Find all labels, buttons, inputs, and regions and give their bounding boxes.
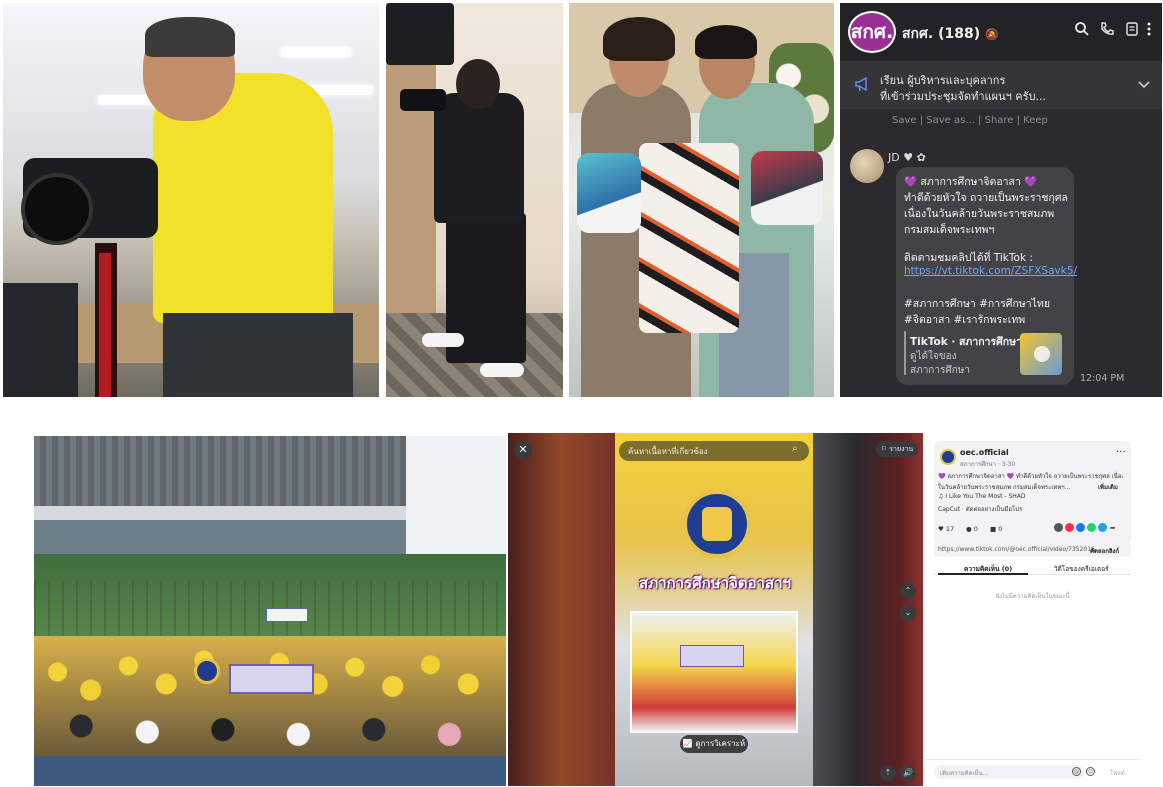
like-count[interactable]: ♥ 17 bbox=[938, 525, 954, 533]
message-line: ติดตามชมคลิปได้ที่ TikTok : bbox=[904, 252, 1033, 264]
group-avatar[interactable]: สกศ. bbox=[848, 11, 896, 53]
chat-window: สกศ. สกศ. (188) 🔕 เรียน ผู้บริหารและบุคล… bbox=[840, 3, 1162, 397]
report-button[interactable]: ⚐ รายงาน bbox=[876, 441, 918, 457]
mute-icon: 🔕 bbox=[985, 28, 999, 41]
camera bbox=[400, 89, 446, 111]
sender-name[interactable]: JD ♥ ✿ bbox=[888, 151, 926, 164]
play-icon bbox=[1034, 346, 1050, 362]
post-description: 💜 สภาการศึกษาจิตอาสา 💜 ทำดีด้วยหัวใจ ถวา… bbox=[938, 473, 1123, 480]
account-name[interactable]: oec.official bbox=[960, 448, 1009, 457]
comment-count[interactable]: ● 0 bbox=[966, 525, 978, 533]
sender-avatar[interactable] bbox=[850, 149, 884, 183]
close-icon[interactable]: ✕ bbox=[514, 441, 532, 459]
post-comment-button[interactable]: โพสต์ bbox=[1110, 768, 1125, 778]
copy-link-button[interactable]: คัดลอกลิงก์ bbox=[1090, 546, 1119, 556]
message-line: 💜 สภาการศึกษาจิตอาสา 💜 bbox=[904, 176, 1038, 188]
search-icon[interactable] bbox=[1072, 21, 1092, 41]
emblem-center bbox=[702, 507, 732, 541]
twitter-share-icon[interactable] bbox=[1098, 523, 1107, 532]
group-title[interactable]: สกศ. (188) 🔕 bbox=[902, 23, 999, 45]
link-preview-subtitle: ดูได้ใจของ bbox=[910, 351, 957, 362]
comment-placeholder: เพิ่มความคิดเห็น... bbox=[940, 770, 989, 777]
music-line[interactable]: ♫ I Like You The Most - SHAD bbox=[938, 493, 1026, 500]
crowd bbox=[34, 636, 506, 756]
head bbox=[456, 59, 500, 109]
volume-icon[interactable]: 🔊 bbox=[900, 765, 916, 781]
phone-icon[interactable] bbox=[1097, 21, 1117, 41]
chevron-down-icon[interactable] bbox=[1138, 78, 1150, 92]
blue-sneakers bbox=[577, 153, 641, 233]
tab-creator-videos[interactable]: วิดีโอของครีเอเตอร์ bbox=[1054, 564, 1109, 574]
tiktok-share-icon[interactable] bbox=[1065, 523, 1074, 532]
hashtags-line: #จิตอาสา #เรารักพระเทพ bbox=[904, 314, 1026, 326]
woman-right-hair bbox=[695, 25, 757, 59]
more-icon[interactable]: ··· bbox=[1116, 447, 1126, 458]
post-link: https://www.tiktok.com/@oec.official/vid… bbox=[938, 546, 1101, 553]
pinned-line-2: ที่เข้าร่วมประชุมจัดทำแผนฯ ครับ... bbox=[880, 90, 1047, 103]
hashtags-line: #สภาการศึกษา #การศึกษาไทย bbox=[904, 298, 1050, 310]
notes-icon[interactable] bbox=[1122, 21, 1142, 41]
white-shoe bbox=[422, 333, 464, 347]
message-line: ทำดีด้วยหัวใจ ถวายเป็นพระราชกุศล bbox=[904, 192, 1068, 204]
active-tab-indicator bbox=[938, 573, 1028, 575]
post-description: ในวันคล้ายวันพระราชสมภพ กรมสมเด็จพระเทพฯ… bbox=[938, 484, 1071, 491]
post-details-panel: oec.official สภาการศึกษา · 3-30 ··· 💜 สภ… bbox=[923, 433, 1140, 786]
group-name: สกศ. (188) bbox=[902, 26, 981, 42]
small-banner bbox=[266, 608, 308, 622]
mention-icon[interactable]: @ bbox=[1072, 767, 1081, 776]
capcut-line[interactable]: CapCut · ตัดต่ออย่างเป็นมือโปร bbox=[938, 504, 1022, 514]
emoji-icon[interactable]: ☺ bbox=[1086, 767, 1095, 776]
chair bbox=[3, 283, 78, 397]
woman-left-hair bbox=[603, 17, 675, 61]
more-icon[interactable] bbox=[1142, 21, 1156, 41]
hair bbox=[145, 17, 235, 57]
wall-speaker bbox=[386, 3, 454, 65]
post-meta: สภาการศึกษา · 3-30 bbox=[960, 461, 1016, 468]
related-search-placeholder: ค้นหาเนื้อหาที่เกี่ยวข้อง bbox=[628, 447, 708, 456]
event-banner bbox=[229, 664, 314, 694]
video-viewer: ✕ ค้นหาเนื้อหาที่เกี่ยวข้อง ⌕ ⚐ รายงาน ส… bbox=[508, 433, 923, 786]
photo-woman-with-camera bbox=[386, 3, 563, 397]
red-sneakers bbox=[751, 151, 823, 225]
empty-comments-text: ยังไม่มีความคิดเห็นในขณะนี้ bbox=[995, 593, 1070, 600]
ceiling-light bbox=[281, 47, 351, 57]
chevron-up-icon[interactable]: ⌃ bbox=[900, 583, 916, 599]
facebook-share-icon[interactable] bbox=[1076, 523, 1085, 532]
patterned-shirt bbox=[639, 143, 739, 333]
analytics-button[interactable]: 📈 ดูการวิเคราะห์ bbox=[680, 735, 748, 753]
link-preview-bar bbox=[904, 331, 906, 375]
float-player-icon[interactable]: ⇡ bbox=[880, 765, 896, 781]
photo-man-with-camera bbox=[3, 3, 379, 397]
chevron-down-icon[interactable]: ⌄ bbox=[900, 605, 916, 621]
message-time: 12:04 PM bbox=[1080, 373, 1125, 384]
link-preview-title[interactable]: TikTok · สภาการศึกษา bbox=[910, 333, 1022, 350]
video-caption: สภาการศึกษาจิตอาสาฯ bbox=[639, 574, 791, 592]
megaphone-icon bbox=[854, 75, 876, 95]
file-actions[interactable]: Save | Save as... | Share | Keep bbox=[892, 115, 1048, 126]
tiktok-link[interactable]: https://vt.tiktok.com/ZSFXSavk5/ bbox=[904, 265, 1077, 277]
video-frame[interactable] bbox=[615, 433, 813, 786]
message-line: กรมสมเด็จพระเทพฯ bbox=[904, 224, 995, 236]
emblem bbox=[194, 658, 220, 684]
embed-share-icon[interactable] bbox=[1054, 523, 1063, 532]
white-shoe bbox=[480, 363, 524, 377]
account-avatar[interactable] bbox=[940, 449, 956, 465]
blurred-background-left bbox=[508, 433, 615, 786]
see-more-link[interactable]: เพิ่มเติม bbox=[1098, 482, 1118, 492]
black-jacket bbox=[434, 93, 524, 223]
photo-two-women-donations bbox=[569, 3, 834, 397]
inset-group-photo bbox=[630, 611, 798, 733]
share-arrow-icon[interactable]: ➦ bbox=[1110, 524, 1115, 532]
input-divider bbox=[924, 759, 1140, 760]
search-icon[interactable]: ⌕ bbox=[792, 443, 798, 454]
camera-lens bbox=[21, 173, 93, 245]
link-preview-subtitle: สภาการศึกษา bbox=[910, 365, 970, 376]
save-count[interactable]: ■ 0 bbox=[990, 525, 1002, 533]
photo-group-volunteers bbox=[34, 436, 506, 786]
whatsapp-share-icon[interactable] bbox=[1087, 523, 1096, 532]
message-line: เนื่องในวันคล้ายวันพระราชสมภพ bbox=[904, 208, 1055, 220]
camera-strap-accent bbox=[99, 253, 111, 397]
pants bbox=[163, 313, 353, 397]
inset-banner bbox=[680, 645, 744, 667]
